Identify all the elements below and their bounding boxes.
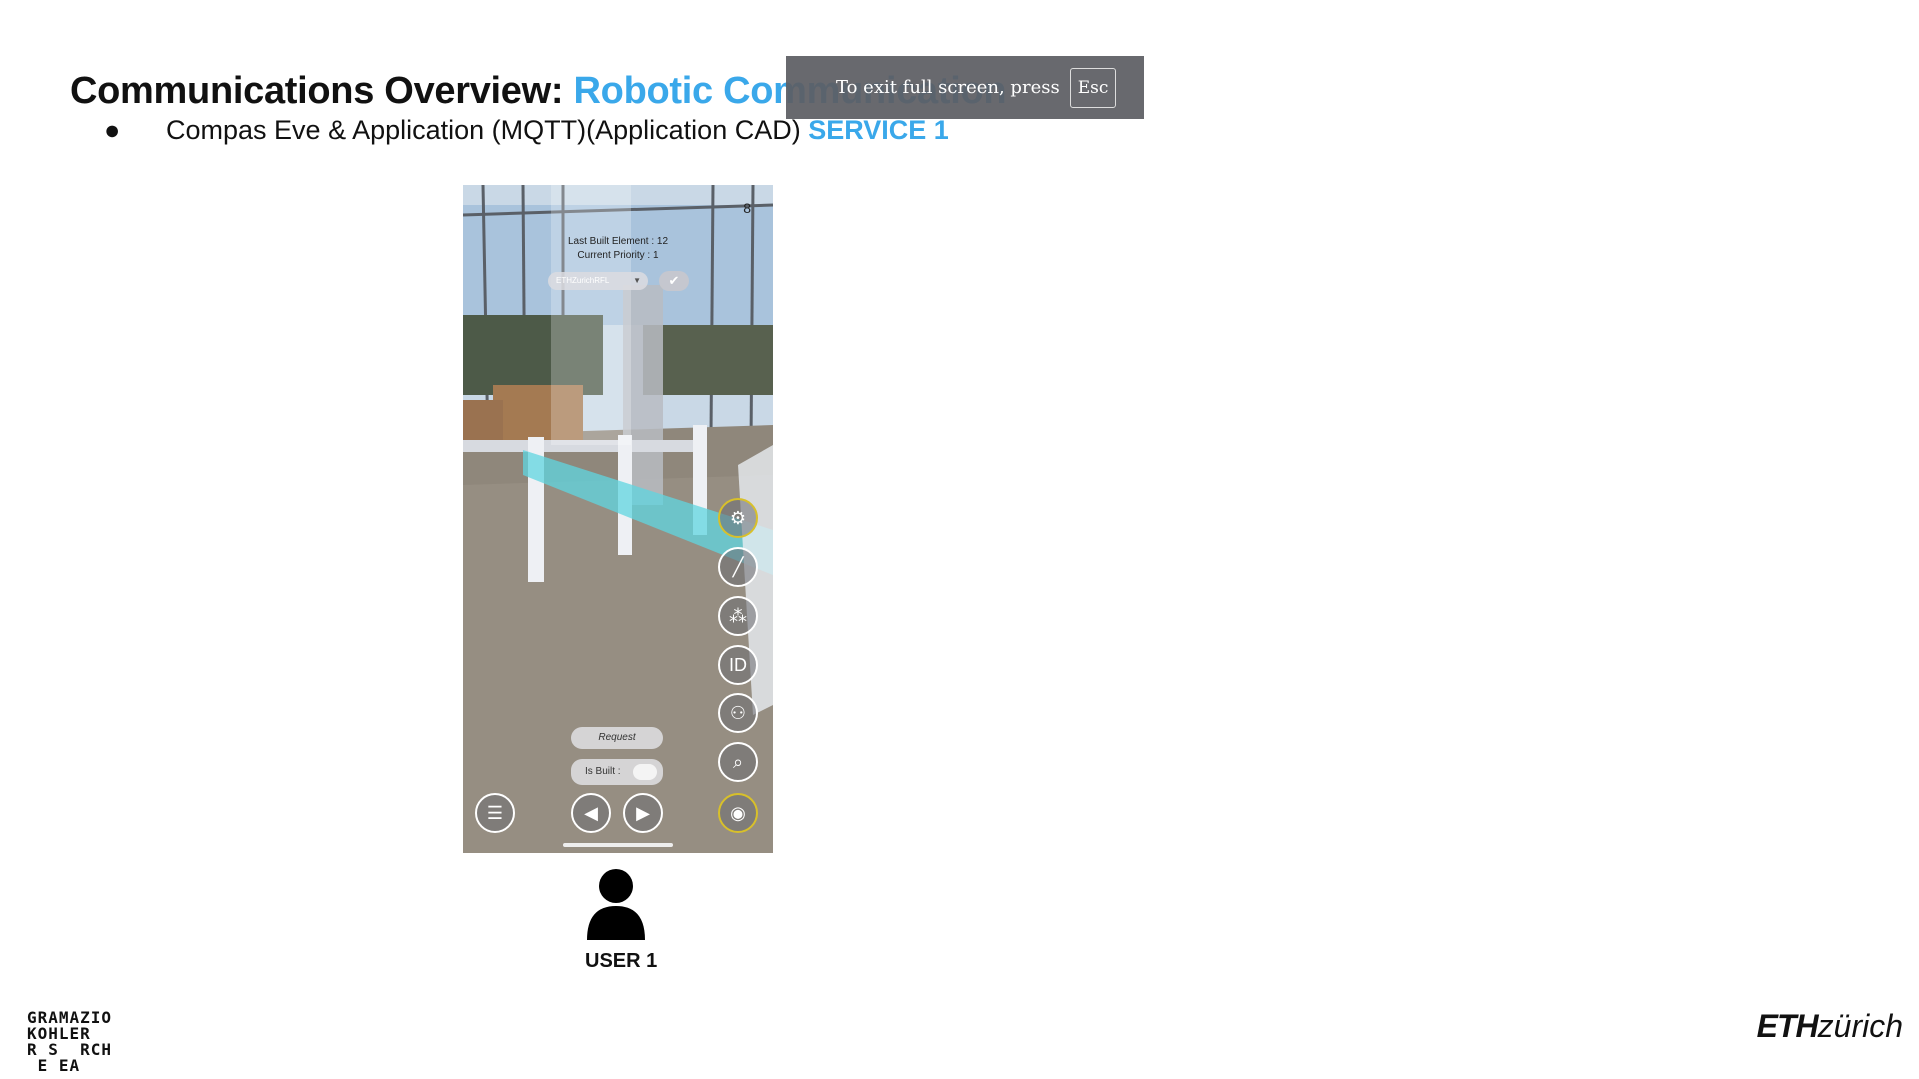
- search-icon: ⌕: [732, 751, 744, 772]
- eth-text: ETH: [1756, 1008, 1819, 1044]
- user-icon: [587, 869, 645, 940]
- gramazio-kohler-logo: GRAMAZIO KOHLER R S RCH E EA: [27, 1010, 112, 1074]
- users-icon: ⚇: [729, 702, 747, 723]
- pencil-button[interactable]: ╱: [718, 547, 758, 587]
- is-built-toggle[interactable]: [633, 764, 657, 780]
- is-built-toggle-row[interactable]: Is Built :: [571, 759, 663, 785]
- is-built-label: Is Built :: [585, 766, 621, 777]
- last-built-text: Last Built Element : 12: [567, 236, 669, 247]
- request-button[interactable]: Request: [571, 727, 663, 749]
- bullet-item: ● Compas Eve & Application (MQTT)(Applica…: [104, 115, 949, 146]
- previous-button[interactable]: ◀: [571, 793, 611, 833]
- zurich-text: zürich: [1817, 1008, 1903, 1044]
- menu-button[interactable]: ☰: [475, 793, 515, 833]
- pencil-icon: ╱: [732, 556, 744, 577]
- counter-label: 8: [743, 200, 751, 216]
- eye-icon: ◉: [730, 802, 746, 823]
- checkmark-icon: ✔: [668, 273, 680, 288]
- network-button[interactable]: ⁂: [718, 596, 758, 636]
- eth-zurich-logo: ETHzürich: [1757, 1008, 1903, 1045]
- network-icon: ⁂: [729, 605, 747, 626]
- robot-button[interactable]: ⚙: [718, 498, 758, 538]
- current-priority-text: Current Priority : 1: [577, 250, 659, 261]
- chevron-down-icon: ▼: [633, 276, 641, 285]
- logo-line-4: E EA: [27, 1056, 81, 1075]
- id-icon: ID: [729, 654, 747, 675]
- bullet-text: Compas Eve & Application (MQTT)(Applicat…: [166, 115, 809, 145]
- fullscreen-notice: To exit full screen, press Esc: [786, 56, 1144, 119]
- user-label: USER 1: [585, 950, 658, 972]
- robot-dropdown[interactable]: ETHZurichRFL ▼: [548, 272, 648, 290]
- fullscreen-notice-text: To exit full screen, press: [836, 77, 1060, 98]
- previous-icon: ◀: [584, 802, 598, 823]
- esc-key[interactable]: Esc: [1069, 67, 1117, 108]
- title-prefix: Communications Overview:: [70, 70, 574, 112]
- build-status: Last Built Element : 12 Current Priority…: [463, 235, 773, 263]
- next-button[interactable]: ▶: [623, 793, 663, 833]
- menu-icon: ☰: [486, 802, 504, 823]
- confirm-button[interactable]: ✔: [659, 271, 689, 291]
- dropdown-value: ETHZurichRFL: [556, 276, 610, 285]
- users-button[interactable]: ⚇: [718, 693, 758, 733]
- id-button[interactable]: ID: [718, 645, 758, 685]
- eye-button[interactable]: ◉: [718, 793, 758, 833]
- phone-screenshot: 8 Last Built Element : 12 Current Priori…: [463, 185, 773, 853]
- search-button[interactable]: ⌕: [718, 742, 758, 782]
- home-indicator: [563, 843, 673, 847]
- next-icon: ▶: [636, 802, 650, 823]
- service-label: SERVICE 1: [808, 115, 949, 145]
- bullet-glyph: ●: [104, 115, 121, 145]
- robot-icon: ⚙: [729, 507, 747, 528]
